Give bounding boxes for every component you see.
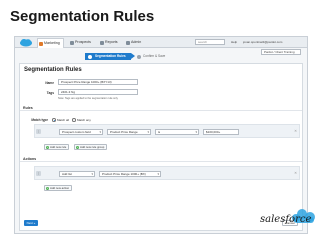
tab-label: Marketing (44, 41, 60, 45)
action-type-select[interactable]: Add list (59, 171, 95, 177)
tab-label: Prospects (75, 40, 91, 44)
gear-icon (126, 40, 130, 45)
action-target-select[interactable]: Product Price Range 1000+ (BX) (99, 171, 161, 177)
plus-icon: + (76, 146, 79, 149)
drag-handle-icon[interactable]: ⋮ (36, 129, 41, 134)
rule-row: ⋮ Prospect custom field Product Price Ra… (34, 124, 300, 138)
segmentation-form-panel: Segmentation Rules Name Prospect Price R… (19, 63, 303, 231)
add-rule-group-button[interactable]: + Add new rule group (74, 144, 108, 150)
rule-field-select[interactable]: Product Price Range (107, 129, 151, 135)
add-rule-group-label: Add new rule group (80, 145, 105, 149)
megaphone-icon (39, 41, 43, 46)
step-confirm-save[interactable]: Confirm & Save (137, 53, 177, 60)
next-button[interactable]: Next » (24, 220, 38, 226)
match-type-label: Match type (31, 118, 48, 122)
match-any-radio[interactable] (72, 118, 76, 122)
salesforce-wordmark: salesforce (260, 214, 312, 225)
rules-section-header: Rules (20, 106, 302, 111)
tags-field[interactable]: 2401-3 Ng (58, 89, 138, 95)
match-all-radio[interactable] (52, 118, 56, 122)
step-segmentation-rules[interactable]: Segmentation Rules (85, 53, 135, 60)
rule-value-field[interactable]: $100,000+ (203, 129, 239, 135)
match-any-label: Match any (77, 118, 91, 122)
plus-icon: + (46, 187, 49, 190)
search-input[interactable]: search (195, 39, 225, 45)
step-label: Segmentation Rules (95, 54, 126, 58)
add-action-button[interactable]: + Add new action (44, 185, 73, 191)
people-icon (70, 40, 74, 45)
tab-label: Reports (105, 40, 118, 44)
tab-marketing[interactable]: Marketing (37, 38, 64, 48)
tab-prospects[interactable]: Prospects (69, 38, 94, 47)
action-row: ⋮ Add list Product Price Range 1000+ (BX… (34, 166, 300, 180)
user-menu[interactable]: jovan.spontinelli@pardot.com (243, 39, 305, 45)
step-number-icon (137, 54, 141, 59)
add-rule-button[interactable]: + Add new rule (44, 144, 70, 150)
bar-chart-icon (100, 40, 104, 45)
top-navigation: Marketing Prospects Reports Admin search… (15, 37, 307, 48)
drag-handle-icon[interactable]: ⋮ (36, 171, 41, 176)
add-rule-label: Add new rule (50, 145, 67, 149)
step-label: Confirm & Save (143, 54, 166, 58)
tags-label: Tags (46, 91, 54, 95)
name-label: Name (45, 81, 54, 85)
plus-icon: + (46, 146, 49, 149)
account-select[interactable]: Pardot / Client Training (261, 49, 301, 55)
name-field[interactable]: Prospect Price Range 1000+ (BXY13) (58, 79, 138, 85)
remove-action-icon[interactable]: ✕ (294, 171, 297, 175)
tab-label: Admin (131, 40, 142, 44)
tab-admin[interactable]: Admin (125, 38, 144, 47)
tags-note: Note: Tags are applied to the segmentati… (58, 97, 118, 100)
add-action-label: Add new action (50, 186, 70, 190)
app-window: Marketing Prospects Reports Admin search… (14, 36, 308, 234)
actions-section-header: Actions (20, 157, 302, 162)
tab-reports[interactable]: Reports (99, 38, 121, 47)
step-number-icon (88, 54, 92, 59)
form-title: Segmentation Rules (24, 67, 82, 73)
rule-operator-select[interactable]: is (155, 129, 199, 135)
remove-rule-icon[interactable]: ✕ (294, 129, 297, 133)
match-all-label: Match all (57, 118, 70, 122)
slide-title: Segmentation Rules (10, 8, 155, 25)
help-link[interactable]: Help (231, 39, 237, 45)
rule-field-type-select[interactable]: Prospect custom field (59, 129, 103, 135)
pardot-logo-icon (20, 39, 32, 47)
